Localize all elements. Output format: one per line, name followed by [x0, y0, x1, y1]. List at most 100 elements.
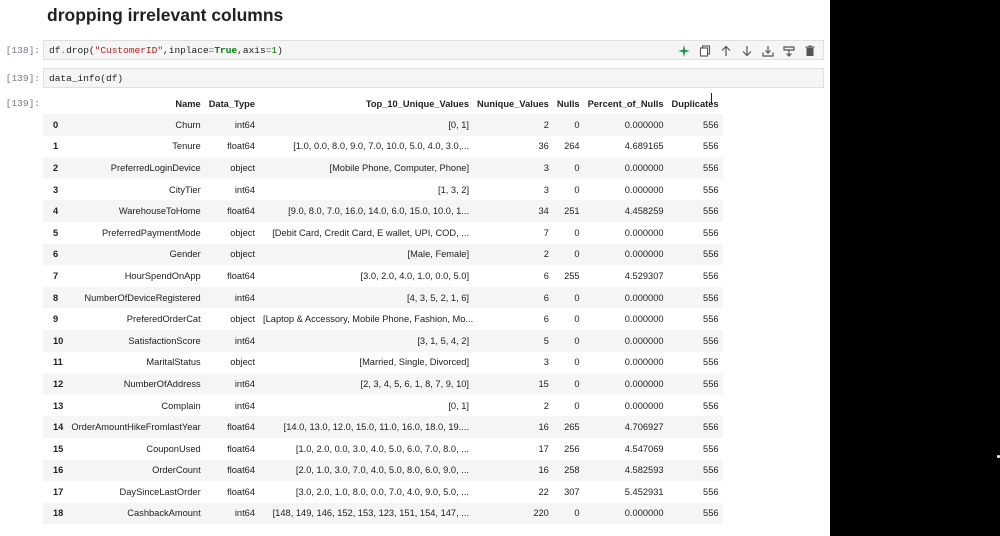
- table-cell: float64: [227, 141, 256, 152]
- table-cell: [3.0, 2.0, 4.0, 1.0, 0.0, 5.0]: [360, 270, 470, 281]
- table-cell: float64: [227, 206, 256, 217]
- table-cell: 0.000000: [624, 400, 664, 411]
- table-cell: 256: [564, 443, 580, 454]
- code-cell-139[interactable]: data_info(df): [43, 68, 824, 88]
- table-cell: 556: [703, 357, 719, 368]
- table-cell: 16: [538, 422, 549, 433]
- table-row: 14 OrderAmountHikeFromlastYear float64 [14.…: [43, 416, 723, 438]
- table-cell: 0.000000: [624, 508, 664, 519]
- table-cell: int64: [234, 378, 256, 389]
- table-cell: 7: [543, 227, 549, 238]
- table-cell: 556: [703, 314, 719, 325]
- column-header: Data_Type: [208, 98, 256, 109]
- row-index: 8: [53, 292, 59, 303]
- table-cell: [14.0, 13.0, 12.0, 15.0, 11.0, 16.0, 18.…: [283, 422, 470, 433]
- row-index: 10: [53, 335, 64, 346]
- code-cell-138[interactable]: df.drop("CustomerID",inplace=True,axis=1…: [43, 40, 824, 60]
- table-cell: [Mobile Phone, Computer, Phone]: [329, 162, 470, 173]
- table-cell: object: [230, 227, 256, 238]
- row-index: 12: [53, 378, 64, 389]
- table-cell: 556: [703, 486, 719, 497]
- table-row: 10 SatisfactionScore int64 [3, 1, 5, 4, 2] 5…: [43, 329, 723, 352]
- table-cell: object: [230, 162, 256, 173]
- table-cell: int64: [234, 292, 256, 303]
- table-cell: 556: [703, 400, 719, 411]
- delete-icon[interactable]: [801, 43, 819, 59]
- table-cell: 556: [703, 184, 719, 195]
- table-cell: 4.547069: [624, 443, 664, 454]
- table-cell: Complain: [161, 400, 201, 411]
- table-cell: 255: [564, 270, 580, 281]
- table-row: 5 PreferredPaymentMode object [Debit Card, …: [43, 222, 723, 244]
- merge-icon[interactable]: [780, 43, 798, 59]
- table-cell: 3: [543, 162, 549, 173]
- table-cell: 556: [703, 378, 719, 389]
- table-cell: 0.000000: [624, 292, 664, 303]
- table-cell: 4.529307: [624, 270, 664, 281]
- table-cell: 0.000000: [624, 184, 664, 195]
- table-cell: 556: [703, 270, 719, 281]
- table-cell: 556: [703, 141, 719, 152]
- table-cell: object: [230, 314, 256, 325]
- table-row: 6 Gender object [Male, Female] 2 0 0.000000 556: [43, 243, 723, 266]
- table-cell: PreferedOrderCat: [126, 314, 201, 325]
- table-cell: 556: [703, 227, 719, 238]
- column-header: Name: [175, 98, 201, 109]
- sparkle-icon[interactable]: [675, 43, 693, 59]
- column-header: Top_10_Unique_Values: [365, 98, 470, 109]
- table-cell: [1, 3, 2]: [438, 184, 470, 195]
- table-cell: [2, 3, 4, 5, 6, 1, 8, 7, 9, 10]: [360, 378, 470, 389]
- code-editor-138[interactable]: df.drop("CustomerID",inplace=True,axis=1…: [49, 45, 283, 56]
- insert-below-icon[interactable]: [759, 43, 777, 59]
- row-index: 18: [53, 508, 64, 519]
- table-cell: CashbackAmount: [127, 508, 201, 519]
- table-cell: float64: [227, 465, 256, 476]
- table-cell: OrderAmountHikeFromlastYear: [71, 422, 201, 433]
- table-cell: [4, 3, 5, 2, 1, 6]: [407, 292, 470, 303]
- table-cell: 0: [574, 249, 580, 260]
- table-cell: [2.0, 1.0, 3.0, 7.0, 4.0, 5.0, 8.0, 6.0,…: [295, 465, 470, 476]
- table-cell: 4.689165: [624, 141, 664, 152]
- table-cell: Gender: [169, 249, 201, 260]
- table-cell: 4.458259: [624, 206, 664, 217]
- table-row: 8 NumberOfDeviceRegistered int64 [4, 3, 5, …: [43, 286, 723, 309]
- table-cell: 556: [703, 335, 719, 346]
- table-cell: int64: [234, 335, 256, 346]
- table-cell: 0.000000: [624, 249, 664, 260]
- table-header-row: Name Data_Type Top_10_Unique_Values Nunique…: [43, 93, 723, 114]
- table-cell: 22: [538, 486, 549, 497]
- table-cell: 2: [543, 119, 549, 130]
- table-cell: 0: [574, 508, 580, 519]
- table-cell: [3.0, 2.0, 1.0, 8.0, 0.0, 7.0, 4.0, 9.0,…: [295, 486, 470, 497]
- table-cell: object: [230, 357, 256, 368]
- row-index: 7: [53, 270, 59, 281]
- table-row: 17 DaySinceLastOrder float64 [3.0, 2.0, 1.0…: [43, 481, 723, 503]
- table-cell: 0: [574, 119, 580, 130]
- column-header: Percent_of_Nulls: [587, 98, 664, 109]
- code-editor-139[interactable]: data_info(df): [49, 73, 123, 84]
- table-row: 11 MaritalStatus object [Married, Single, D…: [43, 352, 723, 374]
- table-cell: 0: [574, 357, 580, 368]
- code-token: df: [49, 45, 61, 56]
- table-row: 0 Churn int64 [0, 1] 2 0 0.000000 556: [43, 114, 723, 136]
- table-row: 13 Complain int64 [0, 1] 2 0 0.000000 556: [43, 395, 723, 417]
- row-index: 11: [53, 357, 63, 368]
- table-cell: 6: [543, 314, 549, 325]
- table-row: 18 CashbackAmount int64 [148, 149, 146, 152…: [43, 502, 723, 525]
- table-cell: [Male, Female]: [407, 249, 470, 260]
- table-cell: MaritalStatus: [146, 357, 201, 368]
- table-cell: [Married, Single, Divorced]: [359, 357, 470, 368]
- table-cell: DaySinceLastOrder: [119, 486, 201, 497]
- move-up-icon[interactable]: [717, 43, 735, 59]
- row-index: 17: [53, 486, 64, 497]
- table-cell: HourSpendOnApp: [124, 270, 201, 281]
- table-cell: 4.582593: [624, 465, 664, 476]
- table-cell: 0.000000: [624, 119, 664, 130]
- table-cell: 15: [538, 378, 549, 389]
- table-cell: 4.706927: [624, 422, 664, 433]
- table-cell: 265: [564, 422, 580, 433]
- table-cell: 251: [564, 206, 580, 217]
- table-cell: [148, 149, 146, 152, 153, 123, 151, 154,…: [272, 508, 470, 519]
- copy-icon[interactable]: [696, 43, 714, 59]
- move-down-icon[interactable]: [738, 43, 756, 59]
